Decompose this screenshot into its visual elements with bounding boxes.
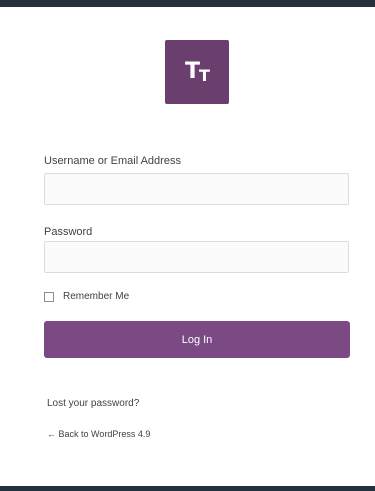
username-label: Username or Email Address — [44, 155, 181, 167]
password-field[interactable] — [44, 241, 349, 273]
password-label: Password — [44, 226, 93, 238]
logo-letter-1: T — [185, 59, 200, 84]
remember-me-label[interactable]: Remember Me — [63, 291, 129, 302]
logo-letter-2: T — [199, 66, 210, 85]
lost-password-link[interactable]: Lost your password? — [47, 398, 139, 409]
back-to-site-link[interactable]: ← Back to WordPress 4.9 — [47, 429, 150, 439]
login-button[interactable]: Log In — [44, 321, 350, 358]
login-page: TT Username or Email Address Password Re… — [0, 7, 375, 486]
window-top-border — [0, 0, 375, 7]
window-bottom-border — [0, 486, 375, 491]
remember-me-checkbox[interactable] — [44, 292, 54, 302]
username-field[interactable] — [44, 173, 349, 205]
logo-mark: TT — [185, 59, 210, 85]
login-screen: TT Username or Email Address Password Re… — [0, 0, 375, 491]
site-logo[interactable]: TT — [165, 40, 229, 104]
